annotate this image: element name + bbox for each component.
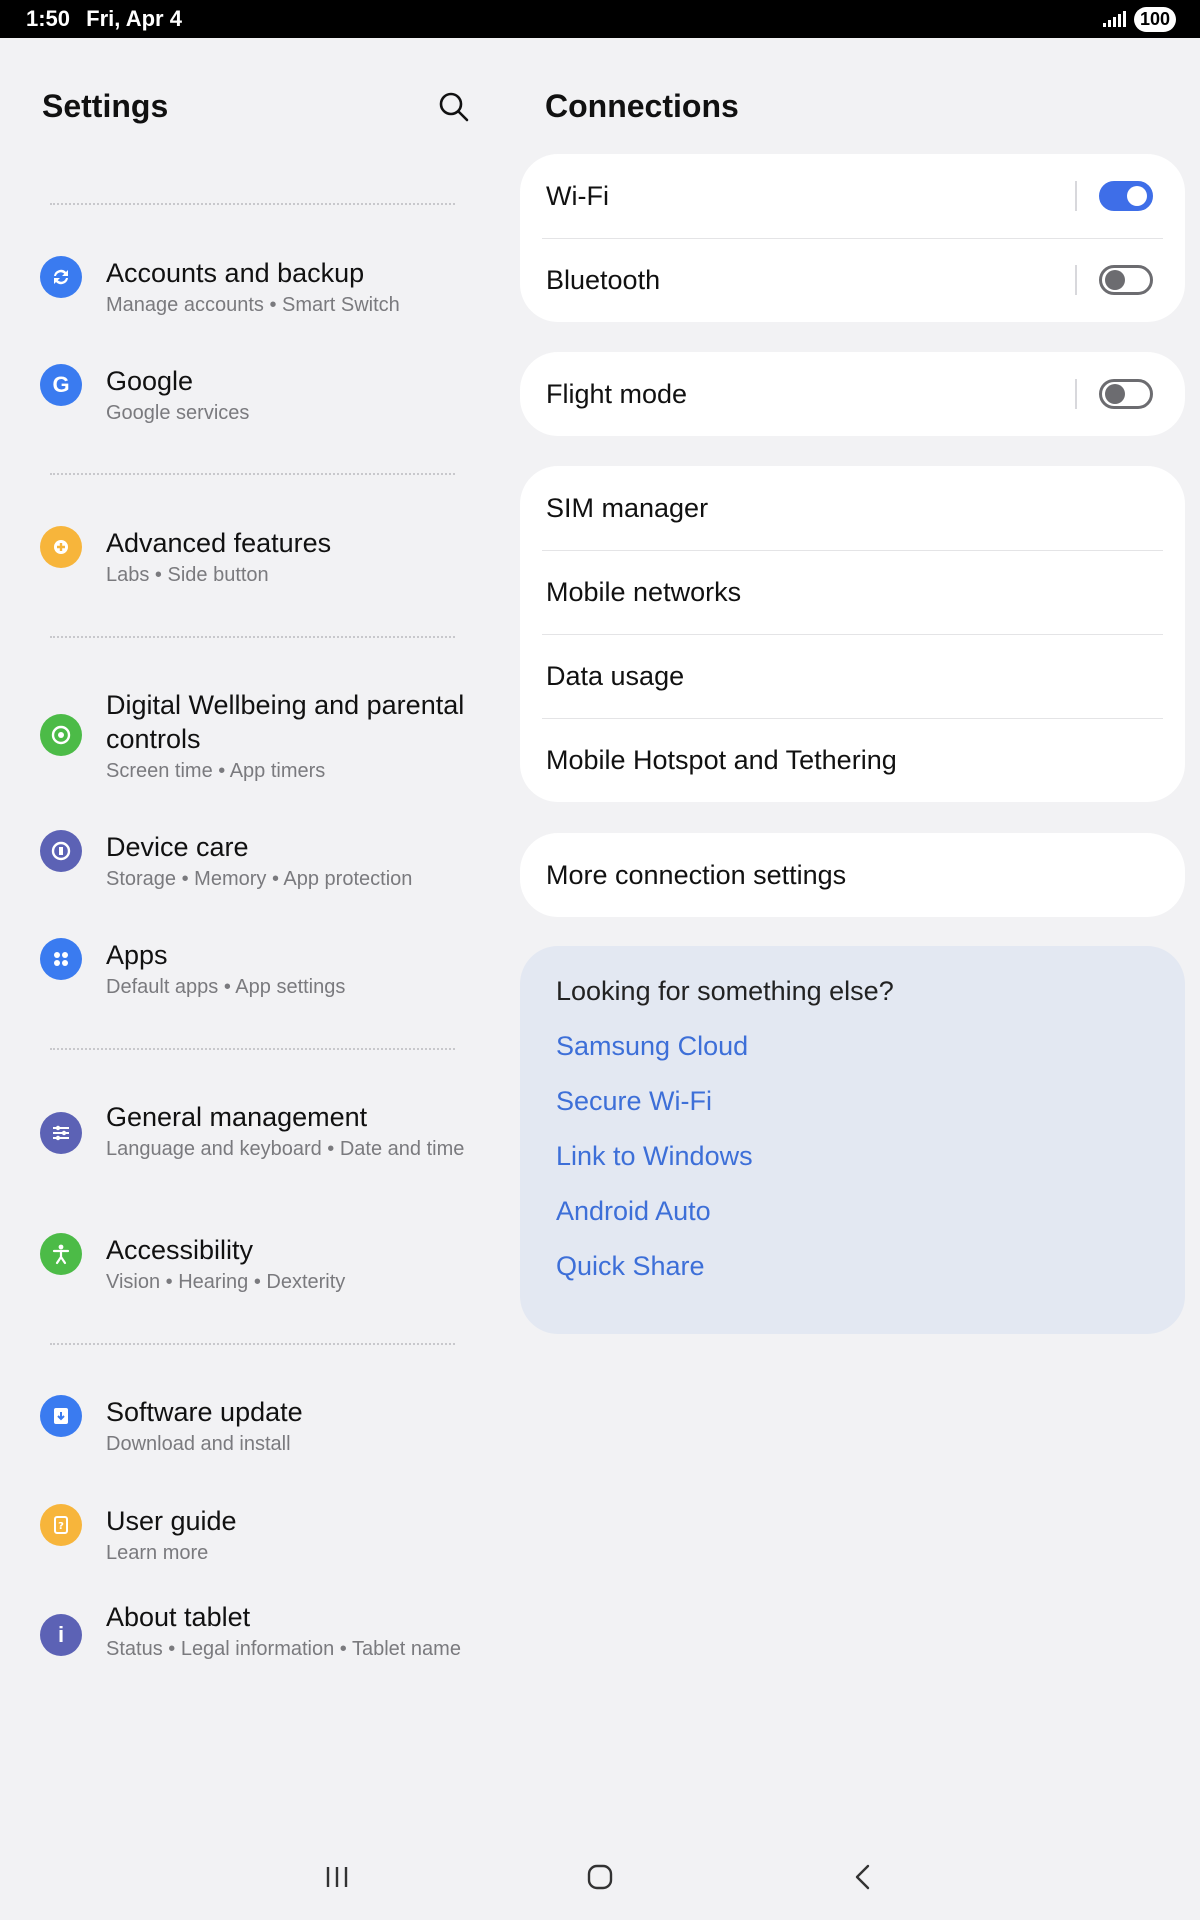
suggestions-title: Looking for something else?	[556, 976, 894, 1006]
row-label: Wi-Fi	[546, 180, 609, 211]
menu-item-title: Accounts and backup	[106, 258, 365, 288]
row-label: Mobile Hotspot and Tethering	[546, 744, 897, 775]
more-connection-settings-row[interactable]: More connection settings	[520, 833, 1185, 917]
divider	[50, 203, 455, 205]
row-label: Bluetooth	[546, 264, 661, 295]
status-date: Fri, Apr 4	[86, 6, 182, 31]
data-usage-row[interactable]: Data usage	[520, 634, 1185, 718]
apps-icon	[40, 938, 82, 980]
connections-title: Connections	[545, 88, 739, 124]
menu-item-subtitle: Default apps • App settings	[106, 976, 346, 998]
menu-item-title: About tablet	[106, 1602, 251, 1632]
info-icon: i	[40, 1614, 82, 1656]
menu-item-digital-wellbeing[interactable]: Digital Wellbeing and parental controls …	[40, 688, 470, 784]
page-title: Settings	[42, 88, 169, 124]
back-icon[interactable]	[848, 1862, 878, 1892]
menu-item-subtitle: Vision • Hearing • Dexterity	[106, 1271, 346, 1293]
guide-icon: ?	[40, 1504, 82, 1546]
navigation-bar	[0, 1840, 1200, 1920]
battery-icon: 100	[1133, 6, 1176, 32]
menu-item-general-management[interactable]: General management Language and keyboard…	[40, 1100, 470, 1162]
flight-mode-row[interactable]: Flight mode	[520, 352, 1185, 436]
settings-header: Settings	[42, 88, 472, 125]
device-care-icon	[40, 830, 82, 872]
menu-item-title: User guide	[106, 1506, 237, 1536]
download-icon	[40, 1395, 82, 1437]
menu-item-subtitle: Google services	[106, 402, 250, 424]
settings-pane: Settings Accounts and backup Manage acco…	[0, 38, 500, 1838]
link-to-windows[interactable]: Link to Windows	[556, 1137, 1149, 1192]
card-more: More connection settings	[520, 833, 1185, 917]
menu-item-title: Accessibility	[106, 1235, 254, 1265]
home-icon[interactable]	[585, 1862, 615, 1892]
menu-item-title: General management	[106, 1102, 368, 1132]
row-label: Flight mode	[546, 378, 688, 409]
mobile-networks-row[interactable]: Mobile networks	[520, 550, 1185, 634]
row-label: Data usage	[546, 660, 685, 691]
link-android-auto[interactable]: Android Auto	[556, 1192, 1149, 1247]
wellbeing-icon	[40, 714, 82, 756]
status-bar: 1:50 Fri, Apr 4 100	[0, 0, 1200, 38]
divider	[50, 1343, 455, 1345]
separator	[1075, 265, 1077, 295]
svg-text:?: ?	[58, 1521, 64, 1532]
menu-item-device-care[interactable]: Device care Storage • Memory • App prote…	[40, 830, 470, 892]
link-samsung-cloud[interactable]: Samsung Cloud	[556, 1027, 1149, 1082]
bluetooth-row[interactable]: Bluetooth	[520, 238, 1185, 322]
status-right: 100	[1102, 6, 1176, 32]
menu-item-subtitle: Learn more	[106, 1542, 209, 1564]
divider	[50, 1048, 455, 1050]
sim-manager-row[interactable]: SIM manager	[520, 466, 1185, 550]
status-left: 1:50 Fri, Apr 4	[26, 6, 192, 32]
menu-item-user-guide[interactable]: ? User guide Learn more	[40, 1504, 470, 1566]
flight-mode-toggle[interactable]	[1099, 379, 1153, 409]
wifi-toggle[interactable]	[1099, 181, 1153, 211]
signal-icon	[1102, 11, 1126, 27]
menu-item-title: Advanced features	[106, 528, 332, 558]
wifi-row[interactable]: Wi-Fi	[520, 154, 1185, 238]
gear-plus-icon	[40, 526, 82, 568]
menu-item-subtitle: Screen time • App timers	[106, 760, 326, 782]
menu-item-title: Device care	[106, 832, 249, 862]
menu-item-subtitle: Manage accounts • Smart Switch	[106, 294, 400, 316]
menu-item-title: Google	[106, 366, 194, 396]
recents-icon[interactable]	[322, 1862, 352, 1892]
separator	[1075, 181, 1077, 211]
menu-item-apps[interactable]: Apps Default apps • App settings	[40, 938, 470, 1000]
bluetooth-toggle[interactable]	[1099, 265, 1153, 295]
menu-item-title: Apps	[106, 940, 168, 970]
divider	[50, 636, 455, 638]
menu-item-subtitle: Language and keyboard • Date and time	[106, 1138, 465, 1160]
menu-item-subtitle: Status • Legal information • Tablet name	[106, 1638, 461, 1660]
menu-item-title: Software update	[106, 1397, 303, 1427]
row-label: SIM manager	[546, 492, 709, 523]
card-networks: SIM manager Mobile networks Data usage M…	[520, 466, 1185, 802]
hotspot-tethering-row[interactable]: Mobile Hotspot and Tethering	[520, 718, 1185, 802]
menu-item-subtitle: Download and install	[106, 1433, 291, 1455]
menu-item-about-tablet[interactable]: i About tablet Status • Legal informatio…	[40, 1600, 470, 1662]
menu-item-google[interactable]: G Google Google services	[40, 364, 470, 426]
menu-item-software-update[interactable]: Software update Download and install	[40, 1395, 470, 1457]
card-wireless: Wi-Fi Bluetooth	[520, 154, 1185, 322]
google-icon: G	[40, 364, 82, 406]
accessibility-icon	[40, 1233, 82, 1275]
menu-item-advanced-features[interactable]: Advanced features Labs • Side button	[40, 526, 470, 588]
row-label: Mobile networks	[546, 576, 742, 607]
menu-item-subtitle: Storage • Memory • App protection	[106, 868, 413, 890]
menu-item-accounts-backup[interactable]: Accounts and backup Manage accounts • Sm…	[40, 256, 470, 318]
suggestions-card: Looking for something else? Samsung Clou…	[520, 946, 1185, 1334]
menu-item-title: Digital Wellbeing and parental controls	[106, 690, 465, 754]
card-flight: Flight mode	[520, 352, 1185, 436]
menu-item-accessibility[interactable]: Accessibility Vision • Hearing • Dexteri…	[40, 1233, 470, 1295]
search-icon[interactable]	[436, 89, 472, 125]
divider	[50, 473, 455, 475]
link-secure-wifi[interactable]: Secure Wi-Fi	[556, 1082, 1149, 1137]
separator	[1075, 379, 1077, 409]
row-label: More connection settings	[546, 859, 847, 890]
sync-icon	[40, 256, 82, 298]
menu-item-subtitle: Labs • Side button	[106, 564, 269, 586]
sliders-icon	[40, 1112, 82, 1154]
status-time: 1:50	[26, 6, 71, 31]
link-quick-share[interactable]: Quick Share	[556, 1247, 1149, 1302]
